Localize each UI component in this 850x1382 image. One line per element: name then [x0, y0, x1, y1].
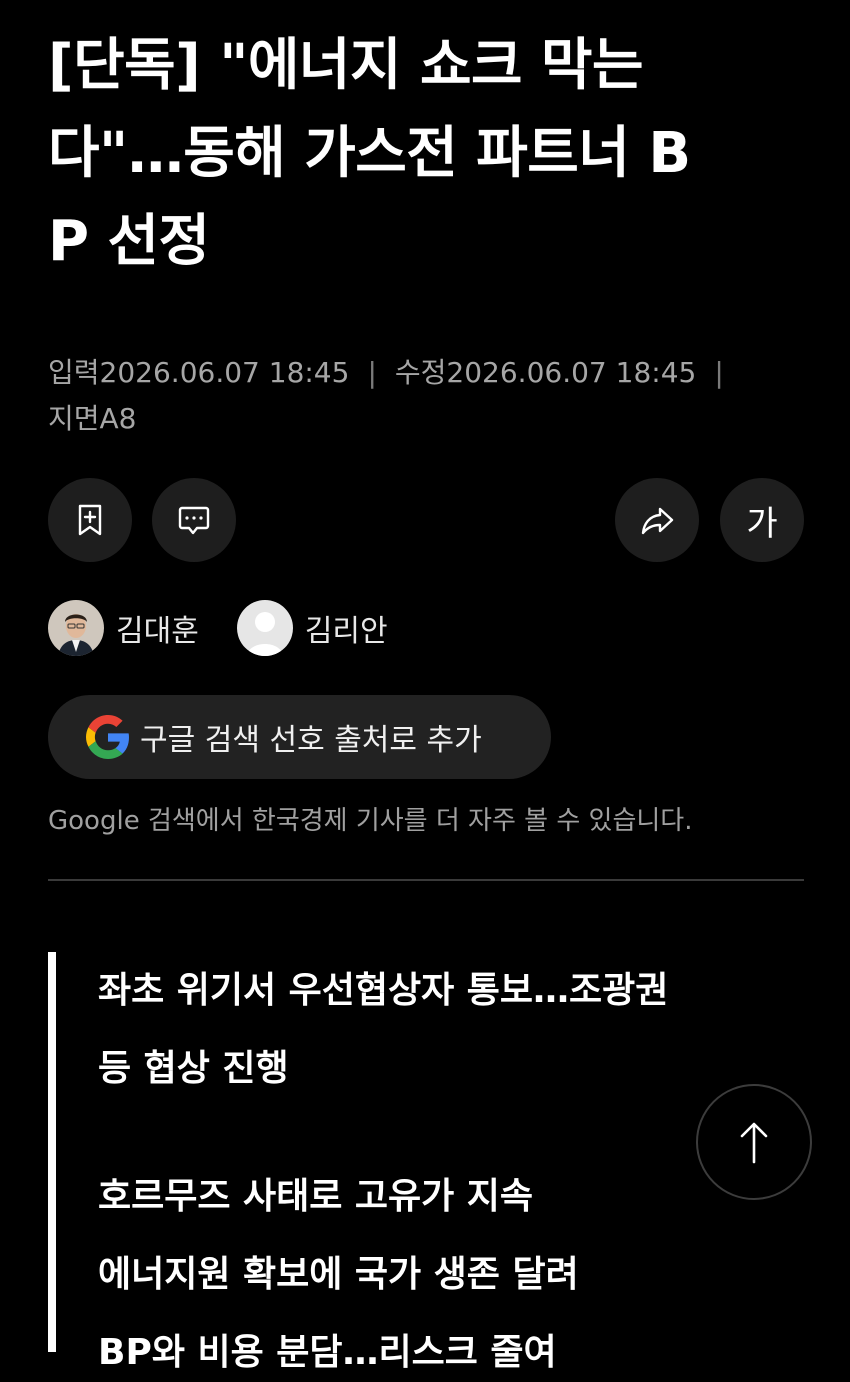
- summary-line: 에너지원 확보에 국가 생존 달려: [98, 1254, 579, 1295]
- summary-line: 등 협상 진행: [98, 1048, 289, 1089]
- article-headline: [단독] "에너지 쇼크 막는 다"…동해 가스전 파트너 B P 선정: [48, 22, 818, 286]
- input-label: 입력: [48, 356, 100, 389]
- meta-separator: |: [714, 356, 724, 389]
- headline-line: [단독] "에너지 쇼크 막는: [48, 33, 644, 98]
- headline-line: 다"…동해 가스전 파트너 B: [48, 121, 691, 186]
- author-item[interactable]: 김대훈: [48, 600, 199, 656]
- article-summary: 좌초 위기서 우선협상자 통보…조광권 등 협상 진행 호르무즈 사태로 고유가…: [48, 952, 788, 1373]
- edit-datetime: 2026.06.07 18:45: [446, 356, 697, 389]
- article-actions: 가: [48, 478, 804, 562]
- summary-line: BP와 비용 분담…리스크 줄여: [98, 1332, 557, 1373]
- scroll-to-top-button[interactable]: [696, 1084, 812, 1200]
- comment-button[interactable]: [152, 478, 236, 562]
- summary-line: 좌초 위기서 우선협상자 통보…조광권: [98, 970, 669, 1011]
- edit-label: 수정: [394, 356, 447, 389]
- share-button[interactable]: [615, 478, 699, 562]
- avatar: [236, 600, 293, 656]
- meta-separator: |: [367, 356, 377, 389]
- headline-line: P 선정: [48, 209, 210, 274]
- author-name: 김리안: [304, 614, 388, 649]
- author-name: 김대훈: [116, 614, 199, 649]
- page-label: 지면A8: [48, 402, 137, 435]
- google-g-icon: [86, 715, 129, 759]
- summary-line: 호르무즈 사태로 고유가 지속: [98, 1176, 534, 1217]
- author-list: 김대훈 김리안: [48, 600, 426, 656]
- author-item[interactable]: 김리안: [236, 600, 388, 656]
- bookmark-plus-icon: [78, 504, 102, 536]
- article-meta: 입력2026.06.07 18:45 | 수정2026.06.07 18:45 | 지…: [48, 350, 808, 442]
- google-note: Google 검색에서 한국경제 기사를 더 자주 볼 수 있습니다.: [48, 806, 693, 836]
- arrow-up-icon: [740, 1122, 768, 1164]
- bookmark-button[interactable]: [48, 478, 132, 562]
- input-datetime: 2026.06.07 18:45: [99, 356, 350, 389]
- share-icon: [641, 507, 674, 535]
- comment-icon: [178, 506, 210, 535]
- font-size-button[interactable]: 가: [720, 478, 804, 562]
- google-button-label: 구글 검색 선호 출처로 추가: [140, 723, 482, 758]
- font-size-label: 가: [746, 503, 778, 544]
- divider: [48, 879, 804, 881]
- google-preferred-source-button[interactable]: 구글 검색 선호 출처로 추가: [48, 695, 551, 779]
- avatar: [48, 600, 104, 656]
